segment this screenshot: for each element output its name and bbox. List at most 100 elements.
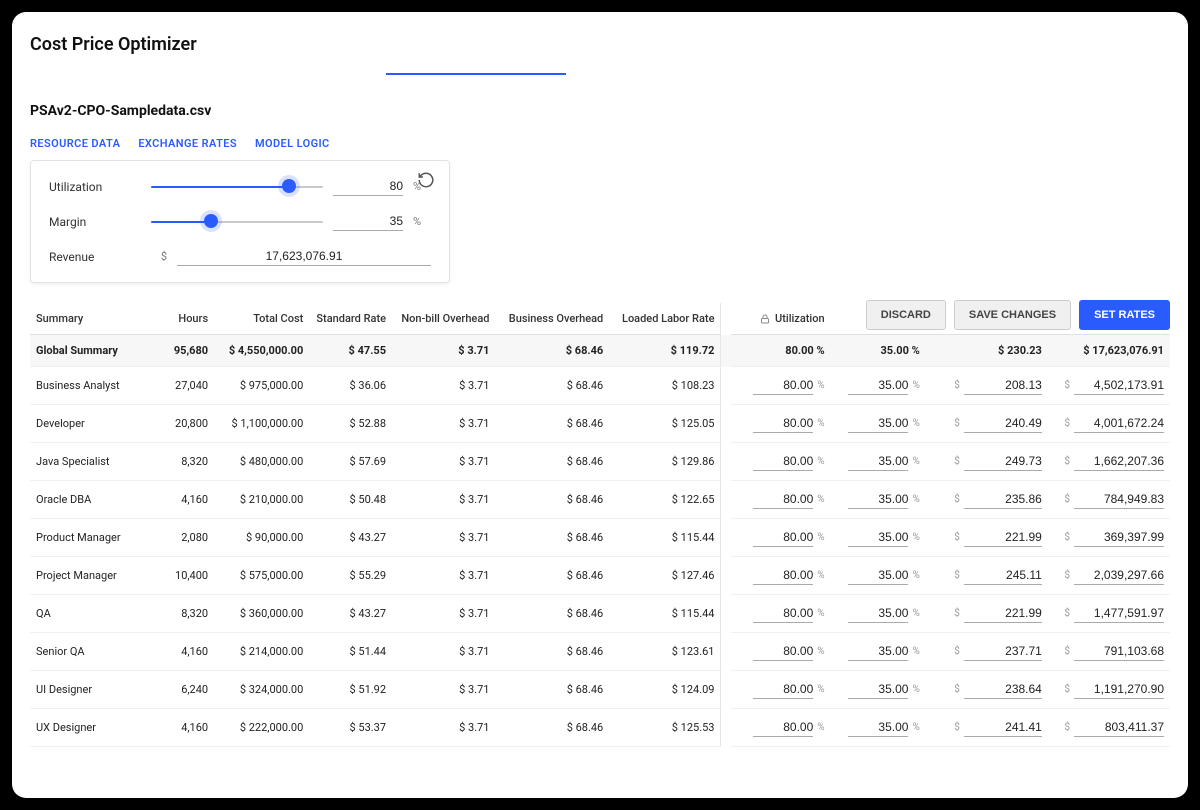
utilization-input[interactable] xyxy=(753,452,813,471)
utilization-slider[interactable] xyxy=(151,180,323,194)
link-exchange-rates[interactable]: EXCHANGE RATES xyxy=(138,137,237,150)
utilization-input[interactable] xyxy=(753,604,813,623)
margin-input[interactable] xyxy=(848,604,908,623)
th-total-cost: Total Cost xyxy=(214,303,309,335)
cell-non-bill-overhead: $ 3.71 xyxy=(392,519,495,557)
lock-icon[interactable] xyxy=(759,313,771,325)
cell-hours: 4,160 xyxy=(154,633,214,671)
cell-label: Oracle DBA xyxy=(30,481,154,519)
billing-rate-input[interactable] xyxy=(964,490,1042,509)
utilization-input[interactable] xyxy=(753,642,813,661)
margin-input[interactable] xyxy=(848,566,908,585)
cell-business-overhead: $ 68.46 xyxy=(495,709,609,747)
cell-loaded-labor-rate: $ 127.46 xyxy=(609,557,721,595)
cell-business-overhead: $ 68.46 xyxy=(495,557,609,595)
utilization-input[interactable] xyxy=(753,414,813,433)
cell-loaded-labor-rate: $ 108.23 xyxy=(609,367,721,405)
cell-label: UI Designer xyxy=(30,671,154,709)
cell-loaded-labor-rate: $ 129.86 xyxy=(609,443,721,481)
reset-icon[interactable] xyxy=(417,171,437,191)
billing-rate-input[interactable] xyxy=(964,414,1042,433)
cell-total-cost: $ 324,000.00 xyxy=(214,671,309,709)
billing-rate-input[interactable] xyxy=(964,642,1042,661)
billing-rate-input[interactable] xyxy=(964,566,1042,585)
billing-rate-input[interactable] xyxy=(964,604,1042,623)
revenue-input[interactable] xyxy=(1074,376,1164,395)
tab-indicator xyxy=(30,73,1170,91)
utilization-input[interactable] xyxy=(753,376,813,395)
cell-total-cost: $ 575,000.00 xyxy=(214,557,309,595)
cell-non-bill-overhead: $ 3.71 xyxy=(392,443,495,481)
margin-input[interactable] xyxy=(333,212,403,231)
cell-label: QA xyxy=(30,595,154,633)
revenue-input[interactable] xyxy=(1074,642,1164,661)
cell-business-overhead: $ 68.46 xyxy=(495,595,609,633)
margin-input[interactable] xyxy=(848,414,908,433)
margin-input[interactable] xyxy=(848,376,908,395)
utilization-input[interactable] xyxy=(333,177,403,196)
cell-loaded-labor-rate: $ 125.53 xyxy=(609,709,721,747)
table-row: Java Specialist8,320$ 480,000.00$ 57.69$… xyxy=(30,443,1170,481)
table-row: Product Manager2,080$ 90,000.00$ 43.27$ … xyxy=(30,519,1170,557)
margin-input[interactable] xyxy=(848,452,908,471)
cell-label: Product Manager xyxy=(30,519,154,557)
utilization-input[interactable] xyxy=(753,718,813,737)
link-model-logic[interactable]: MODEL LOGIC xyxy=(255,137,330,150)
link-resource-data[interactable]: RESOURCE DATA xyxy=(30,137,120,150)
revenue-input[interactable] xyxy=(1074,452,1164,471)
button-row: DISCARD SAVE CHANGES SET RATES xyxy=(866,300,1170,330)
cell-label: Project Manager xyxy=(30,557,154,595)
set-rates-button[interactable]: SET RATES xyxy=(1079,300,1170,330)
margin-input[interactable] xyxy=(848,528,908,547)
cell-business-overhead: $ 68.46 xyxy=(495,519,609,557)
margin-input[interactable] xyxy=(848,642,908,661)
margin-input[interactable] xyxy=(848,718,908,737)
cell-business-overhead: $ 68.46 xyxy=(495,367,609,405)
billing-rate-input[interactable] xyxy=(964,452,1042,471)
cell-total-cost: $ 1,100,000.00 xyxy=(214,405,309,443)
cell-non-bill-overhead: $ 3.71 xyxy=(392,557,495,595)
revenue-input[interactable] xyxy=(177,247,431,266)
table-row: Business Analyst27,040$ 975,000.00$ 36.0… xyxy=(30,367,1170,405)
cell-business-overhead: $ 68.46 xyxy=(495,335,609,367)
utilization-input[interactable] xyxy=(753,566,813,585)
revenue-input[interactable] xyxy=(1074,414,1164,433)
cell-standard-rate: $ 47.55 xyxy=(309,335,392,367)
cell-total-cost: $ 222,000.00 xyxy=(214,709,309,747)
utilization-label: Utilization xyxy=(49,180,141,194)
utilization-row: Utilization % xyxy=(49,177,431,196)
utilization-input[interactable] xyxy=(753,528,813,547)
margin-input[interactable] xyxy=(848,680,908,699)
revenue-label: Revenue xyxy=(49,250,141,264)
cell-standard-rate: $ 55.29 xyxy=(309,557,392,595)
global-summary-row: Global Summary 95,680 $ 4,550,000.00 $ 4… xyxy=(30,335,1170,367)
cell-hours: 4,160 xyxy=(154,709,214,747)
cell-loaded-labor-rate: $ 122.65 xyxy=(609,481,721,519)
revenue-input[interactable] xyxy=(1074,718,1164,737)
billing-rate-input[interactable] xyxy=(964,718,1042,737)
revenue-input[interactable] xyxy=(1074,566,1164,585)
th-summary: Summary xyxy=(30,303,154,335)
revenue-input[interactable] xyxy=(1074,680,1164,699)
billing-rate-input[interactable] xyxy=(964,680,1042,699)
cell-hours: 20,800 xyxy=(154,405,214,443)
revenue-input[interactable] xyxy=(1074,490,1164,509)
utilization-input[interactable] xyxy=(753,490,813,509)
billing-rate-input[interactable] xyxy=(964,528,1042,547)
revenue-input[interactable] xyxy=(1074,604,1164,623)
discard-button[interactable]: DISCARD xyxy=(866,300,946,330)
margin-input[interactable] xyxy=(848,490,908,509)
cell-utilization: 80.00 % xyxy=(731,335,830,367)
link-row: RESOURCE DATA EXCHANGE RATES MODEL LOGIC xyxy=(30,137,1170,150)
save-changes-button[interactable]: SAVE CHANGES xyxy=(954,300,1071,330)
cell-business-overhead: $ 68.46 xyxy=(495,405,609,443)
margin-slider[interactable] xyxy=(151,215,323,229)
cell-non-bill-overhead: $ 3.71 xyxy=(392,671,495,709)
cell-label: Java Specialist xyxy=(30,443,154,481)
cell-loaded-labor-rate: $ 119.72 xyxy=(609,335,721,367)
utilization-input[interactable] xyxy=(753,680,813,699)
revenue-input[interactable] xyxy=(1074,528,1164,547)
file-name: PSAv2-CPO-Sampledata.csv xyxy=(30,103,1170,119)
table-row: Senior QA4,160$ 214,000.00$ 51.44$ 3.71$… xyxy=(30,633,1170,671)
billing-rate-input[interactable] xyxy=(964,376,1042,395)
